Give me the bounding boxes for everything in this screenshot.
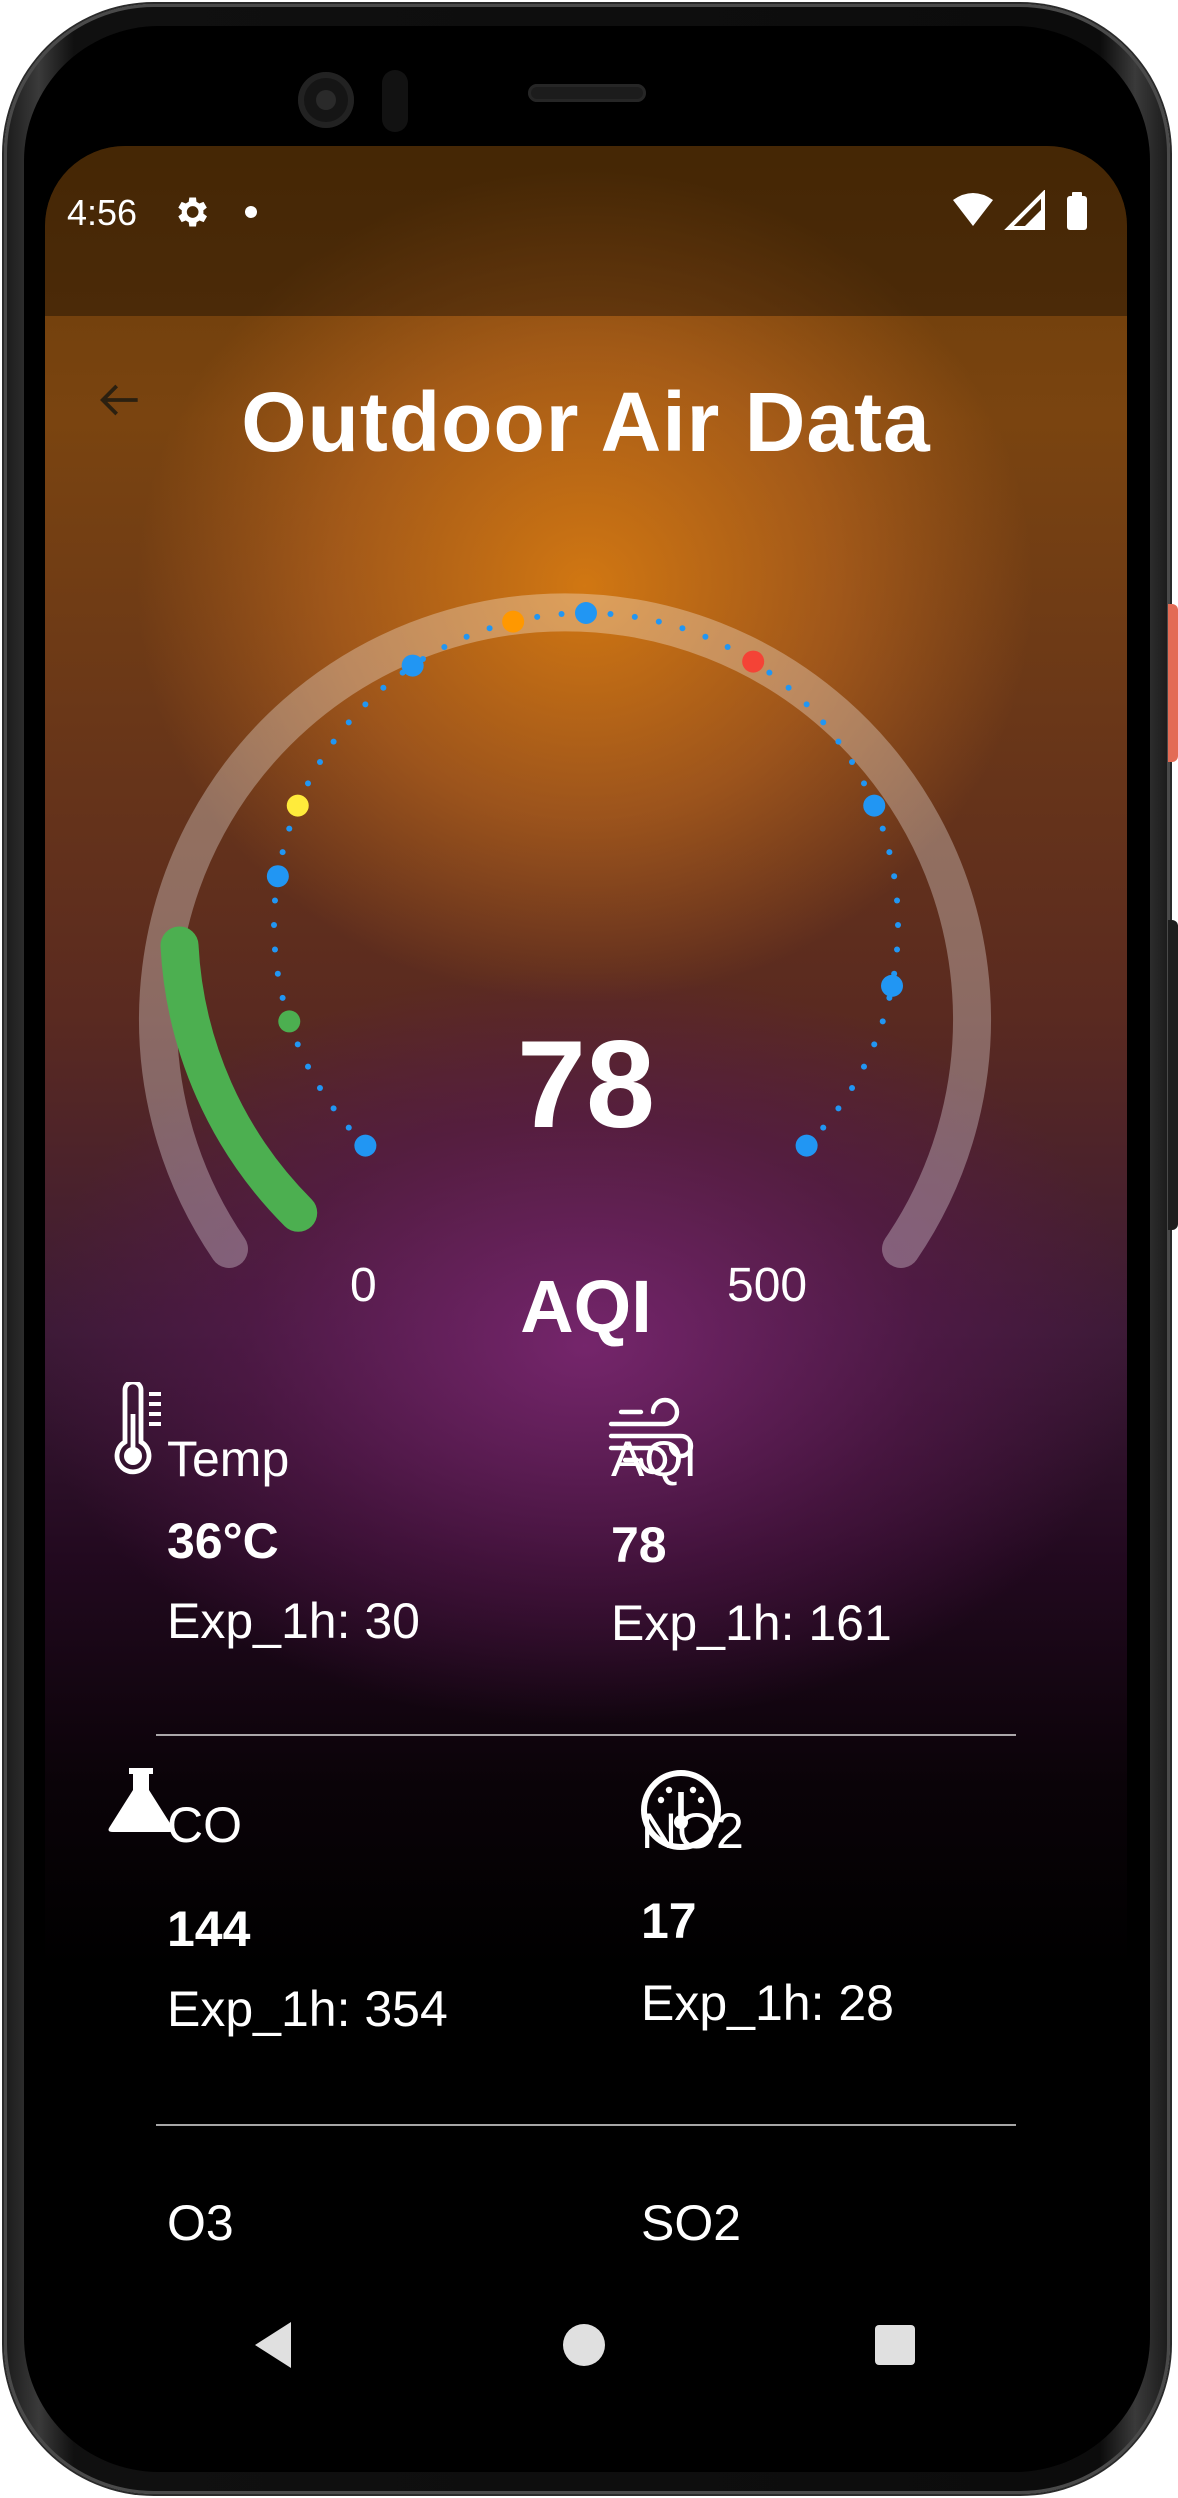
metric-value: 144 xyxy=(167,1901,251,1957)
gauge-tick-dot xyxy=(724,644,731,651)
gauge-tick-dot xyxy=(702,633,709,640)
metric-name: SO2 xyxy=(641,2195,742,2251)
gauge-tick-dot xyxy=(279,994,286,1001)
aqi-gauge xyxy=(139,593,991,1268)
gauge-tick-dot xyxy=(835,738,842,745)
scale-max-label: 500 xyxy=(727,1259,808,1312)
gauge-tick-dot xyxy=(820,719,827,726)
gauge-major-dot xyxy=(575,602,597,624)
gauge-tick-dot xyxy=(607,610,614,617)
gauge-tick-dot xyxy=(766,669,773,676)
metric-no2: NO2 17 Exp_1h: 28 xyxy=(641,1802,1041,2032)
nav-recents-icon[interactable] xyxy=(875,2325,915,2365)
metric-o3: O3 xyxy=(167,2194,467,2264)
metric-temp: Temp 36°C Exp_1h: 30 xyxy=(167,1430,547,1649)
gauge-major-dot xyxy=(502,610,525,633)
metric-aqi: AQI 78 Exp_1h: 161 xyxy=(611,1430,1031,1651)
gauge-tick-dot xyxy=(441,644,448,651)
gauge-tick-dot xyxy=(860,780,867,787)
metric-exp: Exp_1h: 28 xyxy=(641,1975,894,2031)
gauge-tick-dot xyxy=(345,719,352,726)
metric-exp: Exp_1h: 354 xyxy=(167,1981,448,2037)
gauge-tick-dot xyxy=(486,625,493,632)
divider xyxy=(156,1734,1016,1736)
gauge-tick-dot xyxy=(362,701,369,708)
gauge-tick-dot xyxy=(330,738,337,745)
scale-min-label: 0 xyxy=(350,1259,377,1312)
gauge-tick-dot xyxy=(274,970,281,977)
earpiece-speaker xyxy=(528,84,646,102)
gauge-tick-dot xyxy=(895,922,901,928)
proximity-sensor xyxy=(382,70,408,132)
gauge-tick-dot xyxy=(886,849,893,856)
volume-button xyxy=(1168,920,1178,1230)
metric-exp: Exp_1h: 161 xyxy=(611,1595,892,1651)
aqi-label: AQI xyxy=(520,1265,652,1348)
metric-name: Temp xyxy=(167,1431,290,1487)
gauge-major-dot xyxy=(742,650,765,673)
gauge-tick-dot xyxy=(558,610,565,617)
gauge-tick-dot xyxy=(631,613,638,620)
aqi-value: 78 xyxy=(517,1016,655,1154)
thermometer-icon xyxy=(114,1382,161,1475)
gauge-tick-dot xyxy=(679,625,686,632)
gauge-tick-dot xyxy=(316,758,323,765)
gauge-tick-dot xyxy=(803,701,810,708)
metric-co: CO 144 Exp_1h: 354 xyxy=(167,1796,587,2037)
gauge-tick-dot xyxy=(849,758,856,765)
gauge-tick-dot xyxy=(655,618,662,625)
metric-exp: Exp_1h: 30 xyxy=(167,1593,420,1649)
gauge-tick-dot xyxy=(305,780,312,787)
metric-name: O3 xyxy=(167,2195,234,2251)
front-camera xyxy=(298,72,354,128)
metric-value: 78 xyxy=(611,1517,667,1573)
gauge-tick-dot xyxy=(879,825,886,832)
gauge-tick-dot xyxy=(271,922,277,928)
divider xyxy=(156,2124,1016,2126)
gauge-tick-dot xyxy=(891,873,898,880)
gauge-major-dot xyxy=(881,974,904,997)
metric-value: 36°C xyxy=(167,1513,279,1569)
nav-home-icon[interactable] xyxy=(563,2324,605,2366)
metric-name: CO xyxy=(167,1797,242,1853)
gauge-major-dot xyxy=(863,794,886,817)
gauge-tick-dot xyxy=(534,613,541,620)
metric-so2: SO2 xyxy=(641,2194,941,2264)
gauge-tick-dot xyxy=(286,825,293,832)
gauge-tick-dot xyxy=(785,684,792,691)
gauge-tick-dot xyxy=(271,897,278,904)
gauge-major-dot xyxy=(286,794,309,817)
gauge-major-dot xyxy=(401,654,424,677)
app-screen: 4:56 Outdoor Air Data 78 AQI 0 500 Temp xyxy=(45,146,1127,2424)
power-button xyxy=(1168,604,1178,762)
gauge-tick-dot xyxy=(279,849,286,856)
metric-name: AQI xyxy=(611,1431,698,1487)
nav-back-icon[interactable] xyxy=(251,2320,295,2370)
metric-value: 17 xyxy=(641,1893,697,1949)
gauge-major-dot xyxy=(266,865,289,888)
gauge-tick-dot xyxy=(894,946,901,953)
system-nav-bar xyxy=(45,2270,1127,2424)
gauge-tick-dot xyxy=(271,946,278,953)
gauge-tick-dot xyxy=(380,684,387,691)
gauge-tick-dot xyxy=(894,897,901,904)
gauge-tick-dot xyxy=(463,633,470,640)
metric-name: NO2 xyxy=(641,1803,744,1859)
